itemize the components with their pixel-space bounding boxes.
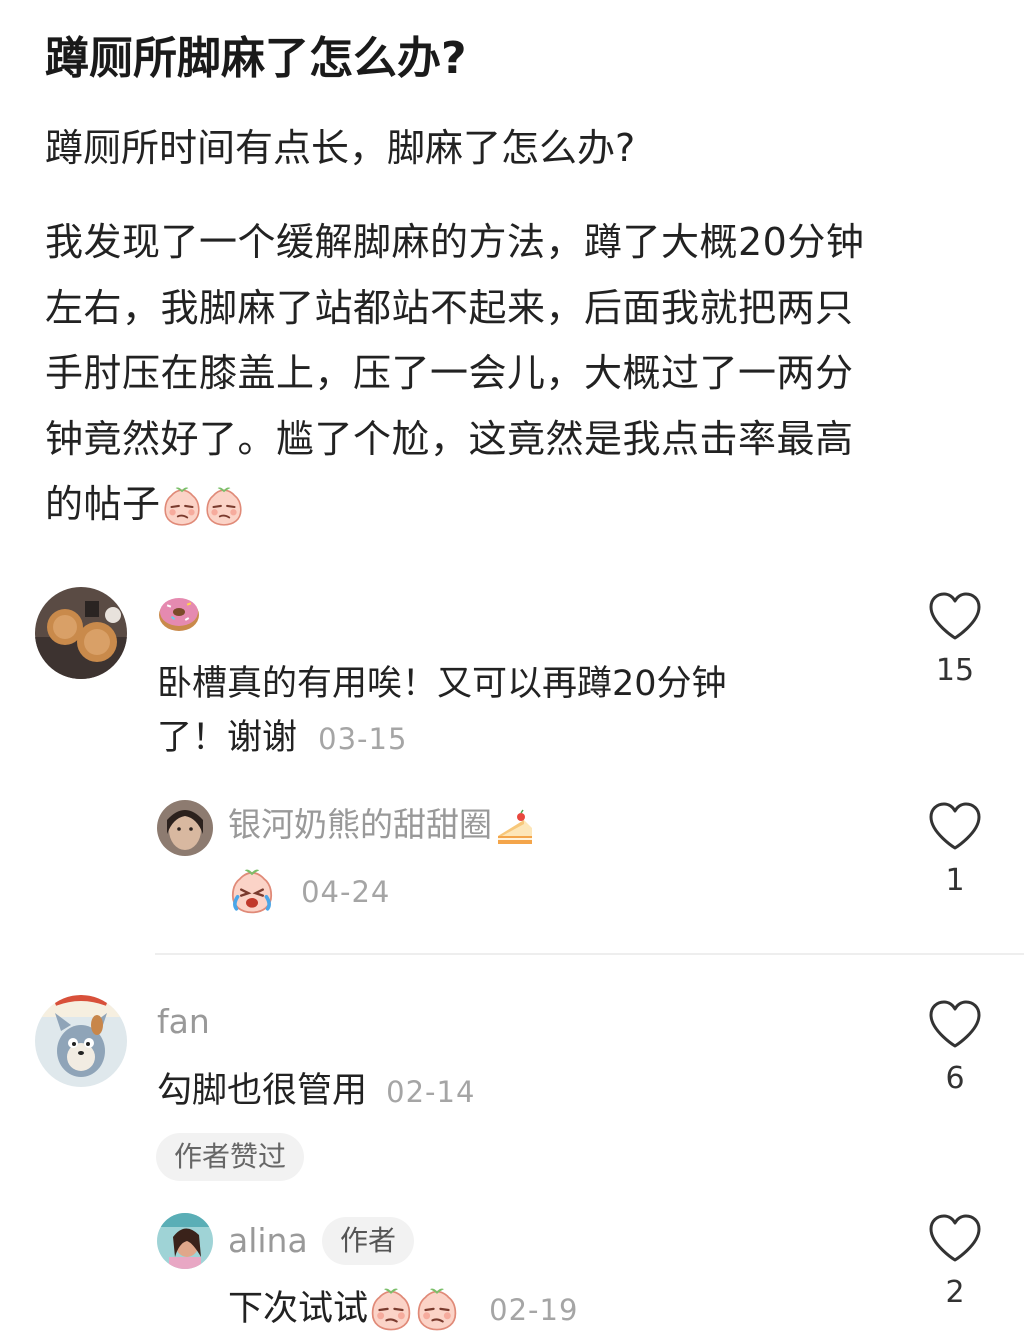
author-liked-badge: 作者赞过 [156, 1133, 305, 1181]
like-button[interactable]: 1 [920, 800, 990, 900]
comment-username[interactable]: fan [157, 1000, 210, 1044]
divider [155, 953, 1024, 955]
post-subtitle: 蹲厕所时间有点长，脚麻了怎么办? [45, 126, 636, 170]
post-body-last-line: 的帖子 [45, 472, 985, 538]
avatar[interactable] [157, 800, 213, 856]
like-button[interactable]: 2 [920, 1212, 990, 1312]
author-tag: 作者 [322, 1217, 415, 1265]
username-text: alina [228, 1221, 308, 1260]
avatar[interactable] [35, 995, 127, 1087]
comment-text: 了！谢谢 03-15 [157, 711, 407, 766]
reply-date: 04-24 [301, 875, 391, 909]
peach-smirk-emoji [368, 1287, 414, 1333]
comment-text: 卧槽真的有用唉！又可以再蹲20分钟 [157, 657, 727, 711]
post-body-line: 的帖子 [45, 482, 161, 526]
peach-smirk-emoji [161, 486, 203, 528]
peach-smirk-emoji [203, 486, 245, 528]
heart-icon [929, 1214, 981, 1262]
reply-text-line: 下次试试 [228, 1289, 369, 1329]
avatar[interactable] [35, 587, 127, 679]
reply-date: 02-19 [489, 1293, 579, 1327]
comment-date: 02-14 [386, 1075, 476, 1109]
comment-text-line: 了！谢谢 [157, 718, 298, 758]
peach-smirk-emoji [414, 1287, 460, 1333]
like-count: 2 [945, 1275, 965, 1310]
like-count: 1 [945, 863, 965, 898]
comment-text: 勾脚也很管用 02-14 [157, 1064, 475, 1119]
avatar[interactable] [157, 1213, 213, 1269]
comment-date: 03-15 [318, 722, 408, 756]
like-count: 6 [945, 1061, 965, 1096]
heart-icon [929, 592, 981, 640]
post-body-line: 左右，我脚麻了站都站不起来，后面我就把两只 [45, 285, 854, 330]
peach-crying-emoji [228, 868, 276, 916]
post-body: 我发现了一个缓解脚麻的方法，蹲了大概20分钟 左右，我脚麻了站都站不起来，后面我… [45, 210, 985, 538]
post-body-line: 手肘压在膝盖上，压了一会儿，大概过了一两分 [45, 351, 854, 395]
donut-emoji [157, 593, 201, 633]
reply-username[interactable]: alina [228, 1219, 308, 1263]
comment-text-line: 卧槽真的有用唉！又可以再蹲20分钟 [157, 664, 727, 704]
cake-emoji [494, 806, 536, 848]
reply-text: 04-24 [228, 864, 390, 920]
like-count: 15 [935, 653, 975, 688]
heart-icon [929, 802, 981, 850]
username-text: 银河奶熊的甜甜圈 [228, 805, 492, 844]
heart-icon [929, 1000, 981, 1048]
post-body-line: 钟竟然好了。尴了个尬，这竟然是我点击率最高 [45, 416, 854, 461]
post-title: 蹲厕所脚麻了怎么办? [45, 33, 467, 84]
reply-text: 下次试试 02-19 [228, 1282, 578, 1337]
comment-text-line: 勾脚也很管用 [157, 1071, 368, 1111]
reply-username[interactable]: 银河奶熊的甜甜圈 [228, 803, 536, 848]
like-button[interactable]: 15 [920, 590, 990, 690]
like-button[interactable]: 6 [920, 998, 990, 1098]
post-body-line: 我发现了一个缓解脚麻的方法，蹲了大概20分钟 [45, 220, 865, 264]
